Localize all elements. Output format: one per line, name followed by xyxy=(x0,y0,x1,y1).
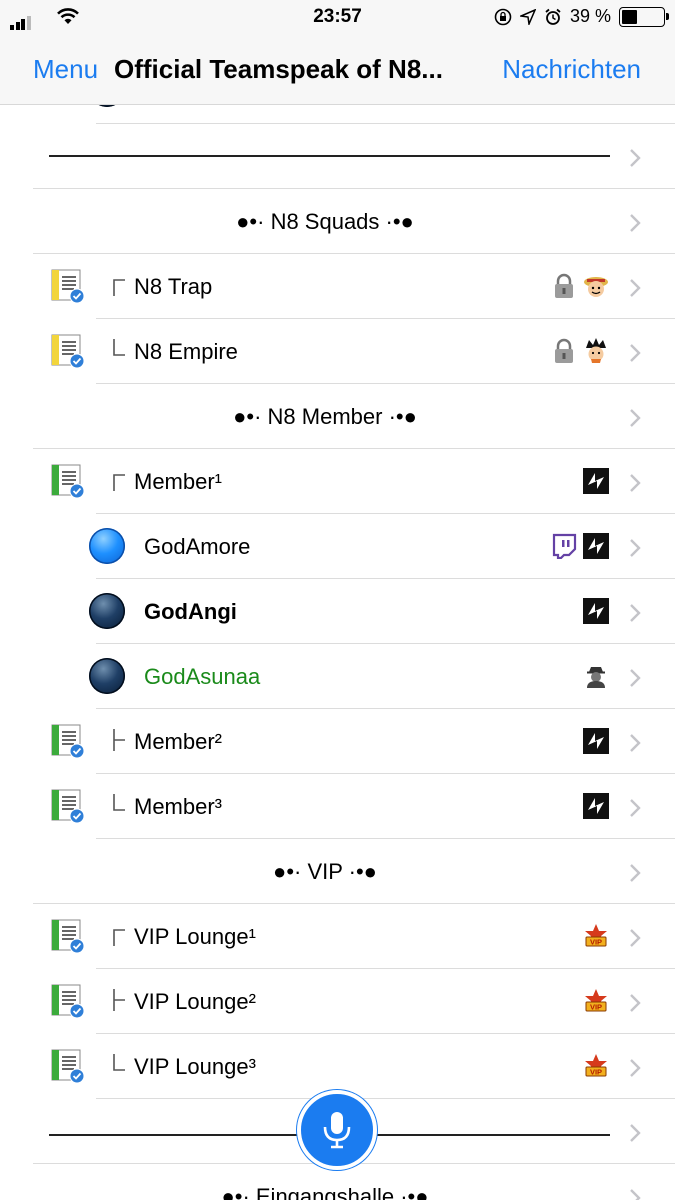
twitch-icon xyxy=(552,533,577,559)
spacer-line xyxy=(49,155,610,157)
channel-row-n8-empire[interactable]: N8 Empire xyxy=(0,319,675,384)
tree-branch-end-icon xyxy=(113,1054,125,1071)
vip-icon: VIP xyxy=(585,924,607,947)
n8-group-icon xyxy=(583,468,609,494)
n8-group-icon xyxy=(583,598,609,624)
list-item[interactable] xyxy=(0,104,675,124)
user-status-icon xyxy=(89,658,125,694)
chevron-right-icon xyxy=(630,1188,641,1200)
tree-branch-middle-icon xyxy=(113,989,125,1011)
chevron-right-icon xyxy=(630,928,641,947)
chevron-right-icon xyxy=(630,278,641,297)
vip-icon: VIP xyxy=(585,1054,607,1077)
battery-icon xyxy=(619,6,669,27)
channel-green-icon xyxy=(51,984,85,1019)
chevron-right-icon xyxy=(630,798,641,817)
user-row-godamore[interactable]: GodAmore xyxy=(0,514,675,579)
messages-button[interactable]: Nachrichten xyxy=(502,54,641,85)
page-title: Official Teamspeak of N8... xyxy=(114,54,443,84)
n8-group-icon xyxy=(583,533,609,559)
microphone-button[interactable] xyxy=(297,1090,377,1170)
lock-icon xyxy=(555,338,573,363)
user-name: GodAmore xyxy=(144,534,251,559)
channel-name: Member² xyxy=(134,729,223,754)
channel-list[interactable]: ●•· N8 Squads ·•● N8 Trap N8 Empire ●•· … xyxy=(0,104,675,1200)
user-row-godasunaa[interactable]: GodAsunaa xyxy=(0,644,675,709)
tree-branch-top-icon xyxy=(113,474,125,491)
tree-branch-top-icon xyxy=(113,929,125,946)
chevron-right-icon xyxy=(630,343,641,362)
channel-name: Member¹ xyxy=(134,469,223,494)
n8-group-icon xyxy=(586,338,606,363)
svg-text:VIP: VIP xyxy=(590,1068,602,1077)
user-talking-status-icon xyxy=(89,528,125,564)
channel-row-member-2[interactable]: Member² xyxy=(0,709,675,774)
tree-branch-end-icon xyxy=(113,339,125,356)
user-row-godangi[interactable]: GodAngi xyxy=(0,579,675,644)
chevron-right-icon xyxy=(630,668,641,687)
battery-percent: 39 % xyxy=(569,6,611,26)
channel-name: ●•· N8 Squads ·•● xyxy=(236,209,414,234)
channel-spacer-vip[interactable]: ●•· VIP ·•● xyxy=(0,839,675,904)
channel-name: ●•· N8 Member ·•● xyxy=(233,404,417,429)
channel-name: VIP Lounge² xyxy=(134,989,256,1014)
n8-group-icon xyxy=(584,277,608,297)
channel-green-icon xyxy=(51,1049,85,1084)
chevron-right-icon xyxy=(630,863,641,882)
navigation-bar: Menu Official Teamspeak of N8... Nachric… xyxy=(0,34,675,105)
svg-text:VIP: VIP xyxy=(590,938,602,947)
chevron-right-icon xyxy=(630,1058,641,1077)
channel-row-vip-lounge-2[interactable]: VIP Lounge² VIP xyxy=(0,969,675,1034)
rotation-lock-icon xyxy=(494,8,512,25)
chevron-right-icon xyxy=(630,993,641,1012)
channel-row-vip-lounge-1[interactable]: VIP Lounge¹ VIP xyxy=(0,904,675,969)
chevron-right-icon xyxy=(630,1123,641,1142)
location-icon xyxy=(519,8,536,25)
vip-icon: VIP xyxy=(585,989,607,1012)
chevron-right-icon xyxy=(630,603,641,622)
away-user-icon xyxy=(587,667,605,688)
chevron-right-icon xyxy=(630,538,641,557)
channel-green-icon xyxy=(51,464,85,499)
channel-spacer-squads[interactable]: ●•· N8 Squads ·•● xyxy=(0,189,675,254)
channel-row-member-3[interactable]: Member³ xyxy=(0,774,675,839)
chevron-right-icon xyxy=(630,213,641,232)
tree-branch-end-icon xyxy=(113,794,125,811)
channel-row-n8-trap[interactable]: N8 Trap xyxy=(0,254,675,319)
status-bar: 23:57 39 % xyxy=(0,0,675,34)
lock-icon xyxy=(555,273,573,298)
user-status-icon xyxy=(89,593,125,629)
menu-button[interactable]: Menu xyxy=(33,54,98,85)
channel-name: ●•· Eingangshalle ·•● xyxy=(221,1184,429,1200)
channel-row-member-1[interactable]: Member¹ xyxy=(0,449,675,514)
chevron-right-icon xyxy=(630,473,641,492)
chevron-right-icon xyxy=(630,148,641,167)
n8-group-icon xyxy=(583,793,609,819)
user-name: GodAngi xyxy=(144,599,237,624)
channel-name: N8 Empire xyxy=(134,339,238,364)
chevron-right-icon xyxy=(630,733,641,752)
channel-yellow-icon xyxy=(51,334,85,369)
channel-name: Member³ xyxy=(134,794,223,819)
channel-name: VIP Lounge³ xyxy=(134,1054,256,1079)
spacer-row[interactable] xyxy=(0,124,675,189)
tree-branch-top-icon xyxy=(113,279,125,296)
channel-green-icon xyxy=(51,919,85,954)
channel-green-icon xyxy=(51,724,85,759)
chevron-right-icon xyxy=(630,408,641,427)
microphone-icon xyxy=(323,1112,351,1149)
channel-spacer-member[interactable]: ●•· N8 Member ·•● xyxy=(0,384,675,449)
channel-yellow-icon xyxy=(51,269,85,304)
channel-name: N8 Trap xyxy=(134,274,213,299)
svg-text:VIP: VIP xyxy=(590,1003,602,1012)
n8-group-icon xyxy=(583,728,609,754)
channel-name: VIP Lounge¹ xyxy=(134,924,256,949)
channel-green-icon xyxy=(51,789,85,824)
channel-name: ●•· VIP ·•● xyxy=(273,859,377,884)
user-name: GodAsunaa xyxy=(144,664,261,689)
alarm-icon xyxy=(545,8,561,25)
tree-branch-middle-icon xyxy=(113,729,125,751)
